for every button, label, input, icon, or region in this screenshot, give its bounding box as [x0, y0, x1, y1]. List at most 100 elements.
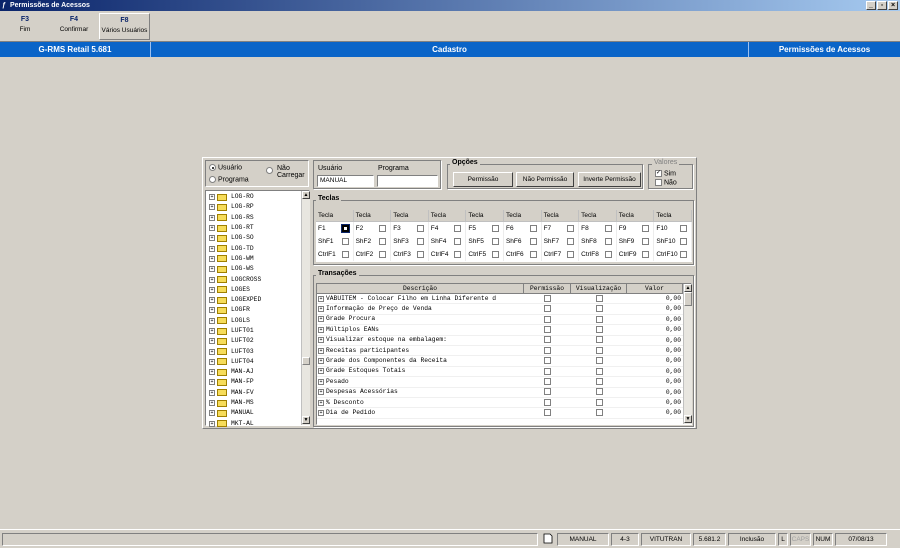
valores-sim-checkbox[interactable]: ✓ Sim — [655, 170, 676, 177]
tecla-checkbox[interactable] — [454, 251, 462, 258]
permissao-checkbox[interactable] — [544, 315, 551, 323]
expand-icon[interactable]: + — [318, 389, 324, 396]
permissao-button[interactable]: Permissão — [453, 172, 513, 187]
permissao-checkbox[interactable] — [544, 377, 551, 385]
radio-nao-carregar-dot[interactable] — [266, 167, 273, 174]
expand-icon[interactable]: + — [209, 194, 215, 201]
expand-icon[interactable]: + — [209, 225, 215, 232]
expand-icon[interactable]: + — [209, 369, 215, 376]
col-descricao[interactable]: Descrição — [317, 284, 524, 294]
expand-icon[interactable]: + — [318, 368, 324, 375]
expand-icon[interactable]: + — [209, 266, 215, 273]
expand-icon[interactable]: + — [209, 317, 215, 324]
inverte-permissao-button[interactable]: Inverte Permissão — [578, 172, 641, 187]
radio-programa-dot[interactable] — [209, 176, 216, 183]
tecla-checkbox[interactable] — [341, 238, 349, 245]
expand-icon[interactable]: + — [318, 326, 324, 333]
expand-icon[interactable]: + — [318, 337, 324, 344]
f3-fim-button[interactable]: F3 Fim — [3, 13, 47, 40]
tecla-checkbox[interactable] — [416, 238, 424, 245]
sim-checkbox-box[interactable]: ✓ — [655, 170, 662, 177]
tecla-checkbox[interactable] — [642, 251, 650, 258]
tecla-checkbox[interactable] — [491, 238, 499, 245]
transacao-valor[interactable]: 0,00 — [627, 408, 683, 417]
tree-item[interactable]: + LUFT03 — [206, 346, 300, 356]
tree-item[interactable]: + LOG-SO — [206, 233, 300, 243]
transacao-row[interactable]: + Despesas Acessórias 0,00 — [317, 388, 683, 398]
tecla-checkbox[interactable] — [604, 251, 612, 258]
tree-item[interactable]: + MAN-FV — [206, 388, 300, 398]
radio-usuario-dot[interactable] — [209, 164, 216, 171]
transacao-row[interactable]: + Grade Procura 0,00 — [317, 315, 683, 326]
tree-item[interactable]: + LOGLS — [206, 316, 300, 326]
expand-icon[interactable]: + — [209, 389, 215, 396]
tree-item[interactable]: + LOG-RT — [206, 223, 300, 233]
valores-nao-checkbox[interactable]: Não — [655, 179, 677, 186]
tree-item[interactable]: + LOG-RP — [206, 202, 300, 212]
transacao-valor[interactable]: 0,00 — [627, 367, 683, 376]
permissao-checkbox[interactable] — [544, 409, 551, 417]
col-visualizacao[interactable]: Visualização — [571, 284, 627, 294]
tecla-checkbox[interactable] — [604, 225, 612, 232]
tree-item[interactable]: + LOGCROSS — [206, 274, 300, 284]
tree-item[interactable]: + LOGFR — [206, 305, 300, 315]
tecla-checkbox[interactable] — [454, 238, 462, 245]
tecla-checkbox[interactable] — [604, 238, 612, 245]
transacao-valor[interactable]: 0,00 — [627, 336, 683, 345]
permissao-checkbox[interactable] — [544, 305, 551, 313]
permissao-checkbox[interactable] — [544, 398, 551, 406]
visualizacao-checkbox[interactable] — [595, 294, 603, 302]
transacao-valor[interactable]: 0,00 — [627, 356, 683, 365]
tree-item[interactable]: + LOG-WS — [206, 264, 300, 274]
col-permissao[interactable]: Permissão — [524, 284, 571, 294]
tree-item[interactable]: + LUFT04 — [206, 357, 300, 367]
permissao-checkbox[interactable] — [544, 336, 551, 344]
transacao-row[interactable]: + VABUITEM - Colocar Filho em Linha Difer… — [317, 294, 683, 305]
expand-icon[interactable]: + — [209, 328, 215, 334]
tecla-checkbox[interactable] — [491, 251, 499, 258]
transacao-row[interactable]: + Informação de Preço de Venda 0,00 — [317, 304, 683, 315]
f8-varios-usuarios-button[interactable]: F8 Vários Usuários — [99, 13, 150, 40]
transacao-valor[interactable]: 0,00 — [627, 325, 683, 334]
tecla-checkbox[interactable] — [379, 251, 387, 258]
tree-item[interactable]: + MAN-AJ — [206, 367, 300, 377]
expand-icon[interactable]: + — [209, 400, 215, 407]
tree-item[interactable]: + LOG-TD — [206, 243, 300, 253]
tree-item[interactable]: + MAN-MS — [206, 398, 300, 408]
tecla-checkbox[interactable] — [529, 251, 537, 258]
permissao-checkbox[interactable] — [544, 367, 551, 375]
transacao-row[interactable]: + Múltiplos EANs 0,00 — [317, 325, 683, 336]
f4-confirmar-button[interactable]: F4 Confirmar — [49, 13, 99, 40]
tree-item[interactable]: + LOG-WM — [206, 254, 300, 264]
tree-scroll-up-icon[interactable]: ▲ — [302, 191, 310, 199]
transacao-row[interactable]: + Visualizar estoque na embalagem: 0,00 — [317, 336, 683, 346]
tx-scroll-up-icon[interactable]: ▲ — [684, 284, 692, 292]
expand-icon[interactable]: + — [209, 358, 215, 365]
visualizacao-checkbox[interactable] — [595, 388, 603, 396]
expand-icon[interactable]: + — [209, 214, 215, 221]
transacao-row[interactable]: +% Desconto 0,00 — [317, 398, 683, 409]
tecla-checkbox[interactable] — [341, 251, 349, 258]
tecla-checkbox[interactable] — [679, 225, 687, 232]
tree-item[interactable]: + LOGEXPED — [206, 295, 300, 305]
tecla-checkbox[interactable] — [379, 238, 387, 245]
expand-icon[interactable]: + — [209, 307, 215, 314]
transacao-valor[interactable]: 0,00 — [627, 294, 683, 303]
minimize-button[interactable]: _ — [866, 1, 876, 10]
visualizacao-checkbox[interactable] — [595, 326, 603, 333]
expand-icon[interactable]: + — [318, 399, 324, 406]
tecla-checkbox[interactable] — [529, 238, 537, 245]
visualizacao-checkbox[interactable] — [595, 377, 603, 385]
radio-usuario[interactable]: Usuário — [209, 164, 242, 171]
expand-icon[interactable]: + — [209, 235, 215, 242]
tree-item[interactable]: + LOGES — [206, 285, 300, 295]
transacao-valor[interactable]: 0,00 — [627, 304, 683, 313]
permissao-checkbox[interactable] — [544, 294, 551, 302]
expand-icon[interactable]: + — [318, 316, 324, 323]
expand-icon[interactable]: + — [209, 348, 215, 355]
expand-icon[interactable]: + — [318, 378, 324, 385]
transacao-row[interactable]: + Receitas participantes 0,00 — [317, 346, 683, 357]
expand-icon[interactable]: + — [209, 420, 215, 427]
permissao-checkbox[interactable] — [544, 326, 551, 333]
visualizacao-checkbox[interactable] — [595, 315, 603, 323]
